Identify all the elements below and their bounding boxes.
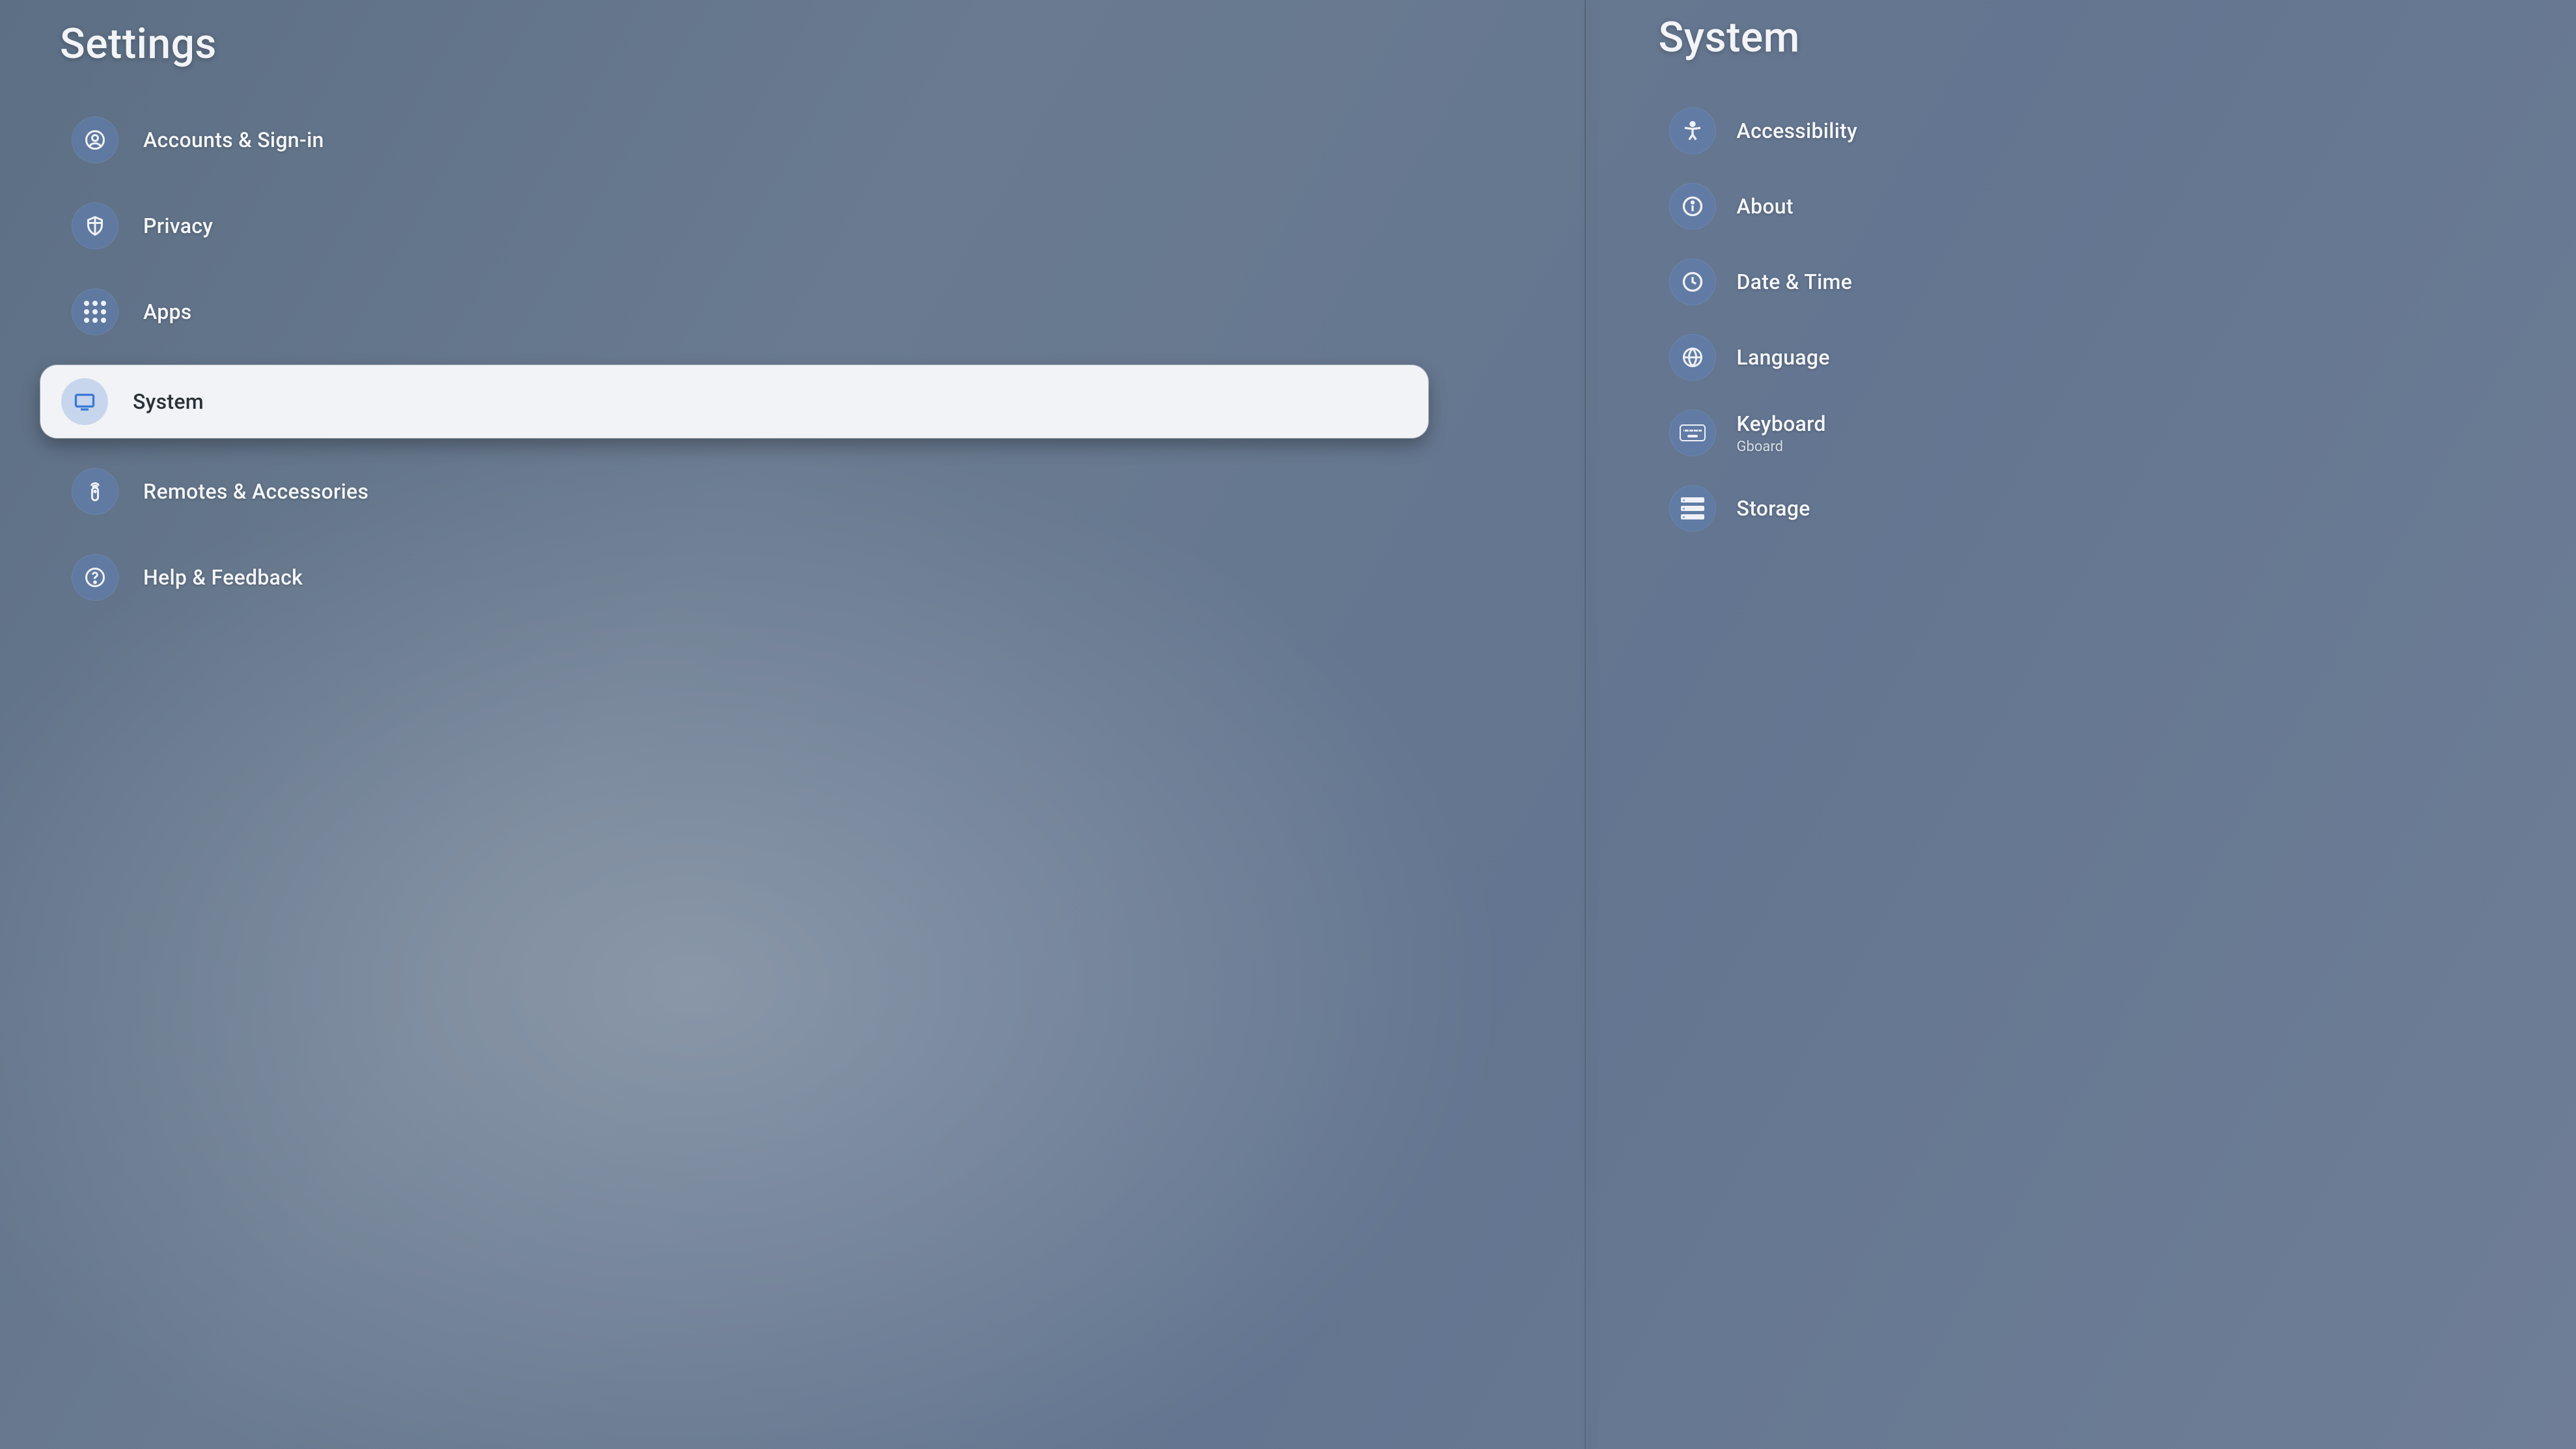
remote-icon <box>72 468 118 515</box>
menu-label: Language <box>1737 345 1830 370</box>
menu-label: Keyboard <box>1737 411 1826 436</box>
menu-label: Accessibility <box>1737 118 1858 143</box>
storage-icon <box>1669 485 1716 532</box>
system-title: System <box>1659 13 2550 62</box>
menu-label: Privacy <box>143 214 213 238</box>
settings-item-accounts[interactable]: Accounts & Sign-in <box>59 107 1558 172</box>
menu-label: Remotes & Accessories <box>143 479 368 504</box>
menu-label: Apps <box>143 299 192 324</box>
system-item-language[interactable]: Language <box>1663 327 2550 387</box>
menu-label: Date & Time <box>1737 269 1853 294</box>
menu-label: About <box>1737 194 1794 219</box>
tv-icon <box>61 378 108 425</box>
system-item-datetime[interactable]: Date & Time <box>1663 252 2550 312</box>
panel-divider <box>1585 0 1586 1449</box>
keyboard-icon <box>1669 409 1716 456</box>
settings-title: Settings <box>60 20 1558 68</box>
clock-icon <box>1669 258 1716 305</box>
system-item-accessibility[interactable]: Accessibility <box>1663 101 2550 161</box>
menu-label: Help & Feedback <box>143 565 303 590</box>
account-icon <box>72 117 118 163</box>
globe-icon <box>1669 334 1716 381</box>
help-icon <box>72 554 118 601</box>
apps-icon <box>72 288 118 335</box>
system-menu: Accessibility About Da <box>1663 101 2550 538</box>
settings-panel: Settings Accounts & Sign-in <box>0 0 1585 1449</box>
menu-label: Accounts & Sign-in <box>143 128 324 152</box>
system-panel: System Accessibility <box>1585 0 2576 1449</box>
system-item-storage[interactable]: Storage <box>1663 478 2550 538</box>
info-icon <box>1669 183 1716 230</box>
settings-item-apps[interactable]: Apps <box>59 279 1558 344</box>
system-item-keyboard[interactable]: Keyboard Gboard <box>1663 403 2550 463</box>
menu-label: Storage <box>1737 496 1810 521</box>
menu-label: System <box>133 389 204 414</box>
menu-sublabel: Gboard <box>1737 439 1826 455</box>
system-item-about[interactable]: About <box>1663 176 2550 236</box>
settings-item-system[interactable]: System <box>40 365 1428 438</box>
settings-item-remotes[interactable]: Remotes & Accessories <box>59 459 1558 524</box>
accessibility-icon <box>1669 107 1716 154</box>
settings-item-help[interactable]: Help & Feedback <box>59 545 1558 610</box>
settings-menu: Accounts & Sign-in Privacy Apps <box>59 107 1558 610</box>
shield-icon <box>72 202 118 249</box>
settings-item-privacy[interactable]: Privacy <box>59 193 1558 258</box>
